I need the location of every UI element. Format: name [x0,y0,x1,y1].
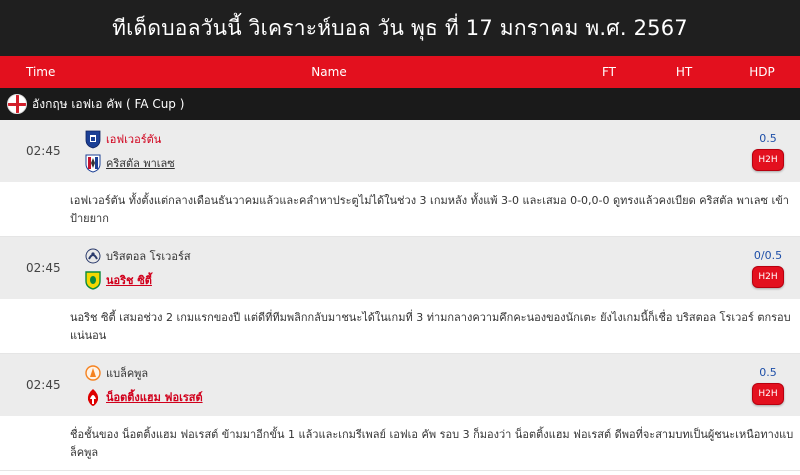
analysis-text: นอริช ซิตี้ เสมอช่วง 2 เกมแรกของปี แต่ดี… [70,311,791,342]
column-time: Time [26,65,56,79]
column-ft: FT [601,65,617,79]
away-team[interactable]: คริสตัล พาเลซ [84,153,724,173]
match-row: 02:45 บริสตอล โรเวอร์ส นอริช ซิตี้ 0/0.5… [0,237,800,299]
analysis-text: ชื่อชั้นของ น็อตติ้งแฮม ฟอเรสต์ ข้ามมาอี… [70,428,794,459]
away-team[interactable]: น็อตติ้งแฮม ฟอเรสต์ [84,387,724,407]
league-name: อังกฤษ เอฟเอ คัพ ( FA Cup ) [32,96,185,111]
home-team[interactable]: บริสตอล โรเวอร์ส [84,246,724,266]
home-team[interactable]: เอฟเวอร์ตัน [84,129,724,149]
match-time: 02:45 [26,144,61,158]
match-analysis: เอฟเวอร์ตัน ทั้งตั้งแต่กลางเดือนธันวาคมแ… [0,182,800,237]
away-team-name: น็อตติ้งแฮม ฟอเรสต์ [106,391,203,404]
page-title: ทีเด็ดบอลวันนี้ วิเคราะห์บอล วัน พุธ ที่… [112,15,688,40]
hdp-value: 0/0.5 [753,248,783,262]
match-teams: แบล็คพูล น็อตติ้งแฮม ฟอเรสต์ [84,363,724,407]
match-teams: เอฟเวอร์ตัน คริสตัล พาเลซ [84,129,724,173]
match-teams: บริสตอล โรเวอร์ส นอริช ซิตี้ [84,246,724,290]
hdp-value: 0.5 [759,131,777,145]
nottingham-forest-crest-icon [84,387,102,407]
table-header: Time Name FT HT HDP [0,56,800,88]
england-flag-icon [7,94,27,114]
bristol-rovers-crest-icon [84,246,102,266]
hdp-cell: 0/0.5 H2H [724,249,800,288]
match-row: 02:45 แบล็คพูล น็อตติ้งแฮม ฟอเรสต์ 0.5 H… [0,354,800,416]
h2h-button[interactable]: H2H [752,265,784,288]
column-hdp: HDP [749,65,775,79]
norwich-crest-icon [84,270,102,290]
page-title-bar: ทีเด็ดบอลวันนี้ วิเคราะห์บอล วัน พุธ ที่… [0,0,800,56]
blackpool-crest-icon [84,363,102,383]
home-team-name: บริสตอล โรเวอร์ส [106,250,191,263]
away-team-name: นอริช ซิตี้ [106,274,152,287]
away-team-name: คริสตัล พาเลซ [106,157,175,170]
away-team[interactable]: นอริช ซิตี้ [84,270,724,290]
h2h-button[interactable]: H2H [752,382,784,405]
everton-crest-icon [84,129,102,149]
home-team-name: เอฟเวอร์ตัน [106,133,162,146]
match-row: 02:45 เอฟเวอร์ตัน คริสตัล พาเลซ 0.5 H2H [0,120,800,182]
h2h-button[interactable]: H2H [752,148,784,171]
match-analysis: นอริช ซิตี้ เสมอช่วง 2 เกมแรกของปี แต่ดี… [0,299,800,354]
league-header: อังกฤษ เอฟเอ คัพ ( FA Cup ) [0,88,800,120]
home-team[interactable]: แบล็คพูล [84,363,724,383]
match-time: 02:45 [26,261,61,275]
hdp-cell: 0.5 H2H [724,132,800,171]
hdp-cell: 0.5 H2H [724,366,800,405]
crystal-palace-crest-icon [84,153,102,173]
hdp-value: 0.5 [759,365,777,379]
analysis-text: เอฟเวอร์ตัน ทั้งตั้งแต่กลางเดือนธันวาคมแ… [70,194,789,225]
home-team-name: แบล็คพูล [106,367,149,380]
column-ht: HT [675,65,693,79]
match-analysis: ชื่อชั้นของ น็อตติ้งแฮม ฟอเรสต์ ข้ามมาอี… [0,416,800,471]
match-time: 02:45 [26,378,61,392]
column-name: Name [311,65,347,79]
